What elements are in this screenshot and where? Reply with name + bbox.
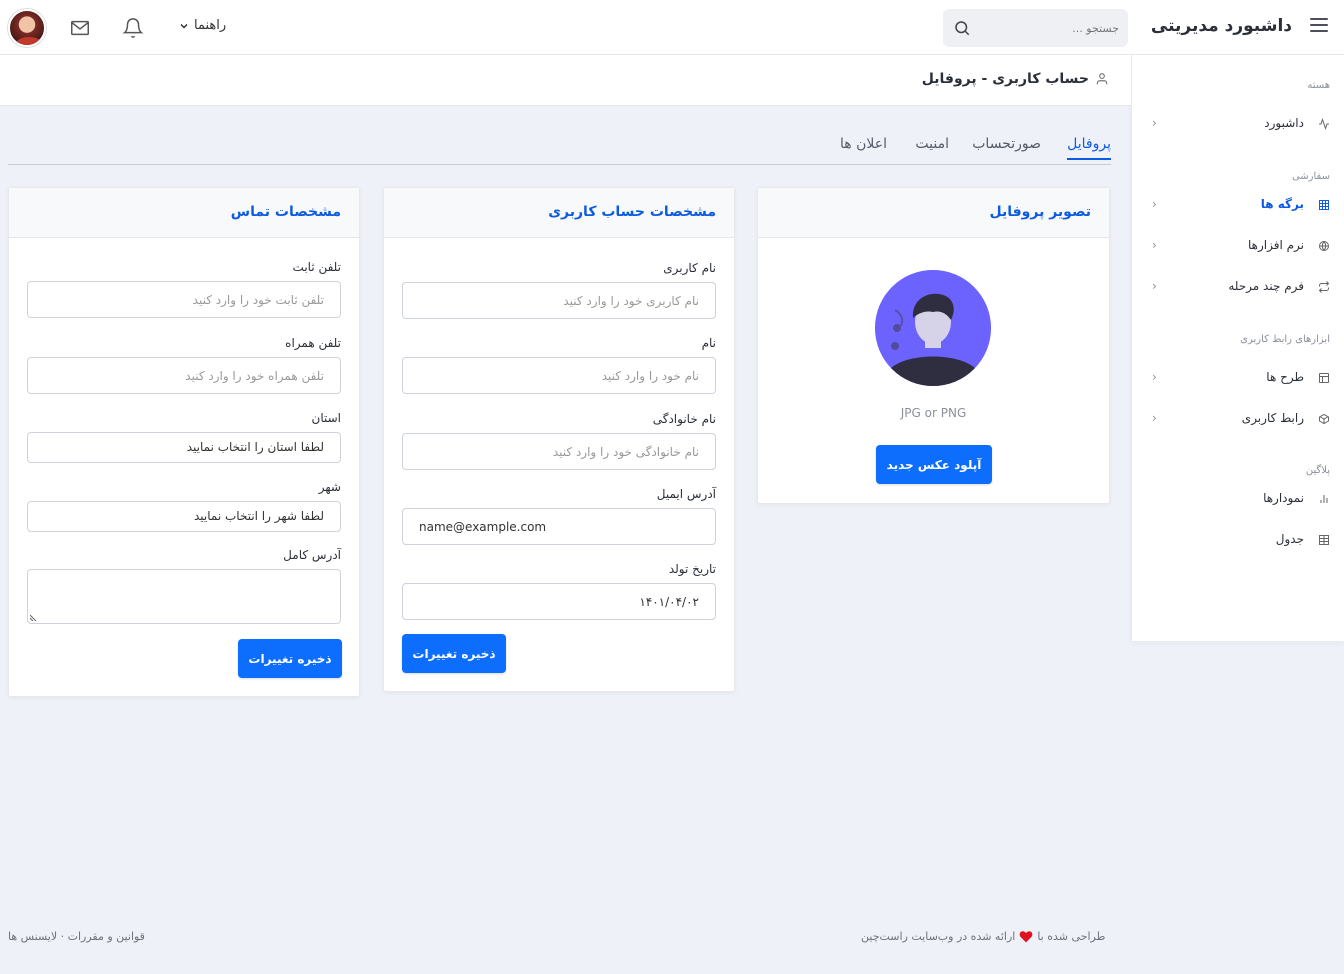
table-icon (1319, 535, 1329, 545)
card-title: مشخصات حساب کاربری (384, 188, 734, 238)
sidebar-item-label: نمودارها (1263, 491, 1304, 505)
tab-security[interactable]: امنیت (915, 136, 949, 158)
sidebar-item-ui[interactable]: رابط کاربری ‹ (1132, 402, 1344, 436)
email-input[interactable] (402, 508, 716, 545)
sidebar-item-label: طرح ها (1266, 370, 1304, 384)
sidebar-item-multistep-form[interactable]: فرم چند مرحله ‹ (1132, 270, 1344, 304)
guide-dropdown[interactable]: راهنما (178, 18, 226, 33)
chevron-left-icon: ‹ (1152, 411, 1157, 425)
province-label: استان (311, 411, 341, 425)
tab-billing[interactable]: صورتحساب (972, 136, 1041, 158)
phone-input[interactable] (27, 281, 341, 318)
card-title: تصویر پروفایل (758, 188, 1109, 238)
footer-links[interactable]: قوانین و مقررات · لایسنس ها (8, 930, 145, 943)
search-input[interactable] (979, 9, 1119, 47)
sidebar-item-label: داشبورد (1264, 116, 1304, 130)
sidebar-item-dashboard[interactable]: داشبورد ‹ (1132, 107, 1344, 141)
sidebar-item-layouts[interactable]: طرح ها ‹ (1132, 361, 1344, 395)
birthdate-input[interactable] (402, 583, 716, 620)
chevron-left-icon: ‹ (1152, 197, 1157, 211)
profile-picture-card: تصویر پروفایل JPG or PNG آپلود عکس جدید (757, 187, 1110, 504)
city-select[interactable]: لطفا شهر را انتخاب نمایید (27, 501, 341, 532)
sidebar: هسته داشبورد ‹ سفارشی برگه ها ‹ نرم افزا… (1131, 55, 1344, 641)
resize-grip-icon[interactable] (30, 613, 38, 621)
sidebar-item-label: فرم چند مرحله (1228, 279, 1304, 293)
address-label: آدرس کامل (283, 548, 341, 562)
tab-profile[interactable]: پروفایل (1067, 136, 1111, 160)
credit-text-before: طراحی شده با (1037, 930, 1106, 943)
credit-text-after[interactable]: ارائه شده در وب‌سایت راست‌چین (861, 930, 1015, 943)
first-name-input[interactable] (402, 357, 716, 394)
card-title: مشخصات تماس (9, 188, 359, 238)
first-name-label: نام (701, 336, 716, 350)
globe-icon (1319, 241, 1329, 252)
package-icon (1319, 413, 1329, 425)
mail-icon[interactable] (69, 17, 91, 39)
upload-photo-button[interactable]: آپلود عکس جدید (876, 445, 992, 484)
last-name-label: نام خانوادگی (652, 412, 716, 426)
bar-chart-icon (1320, 495, 1328, 503)
sidebar-heading-core: هسته (1307, 80, 1330, 91)
sidebar-heading-ui-tools: ابزارهای رابط کاربری (1240, 334, 1330, 345)
user-icon (1096, 73, 1108, 85)
last-name-input[interactable] (402, 433, 716, 470)
address-textarea[interactable] (27, 569, 341, 624)
grid-icon (1319, 200, 1329, 210)
profile-tabs: پروفایل صورتحساب امنیت اعلان ها (8, 131, 1111, 165)
repeat-icon (1318, 281, 1330, 293)
chevron-down-icon (180, 23, 188, 29)
phone-label: تلفن ثابت (292, 260, 341, 274)
mobile-input[interactable] (27, 357, 341, 394)
sidebar-item-label: رابط کاربری (1241, 411, 1304, 425)
chevron-left-icon: ‹ (1152, 370, 1157, 384)
tab-notifications[interactable]: اعلان ها (840, 136, 887, 158)
footer-credit: طراحی شده با ارائه شده در وب‌سایت راست‌چ… (861, 930, 1105, 943)
file-type-hint: JPG or PNG (900, 406, 967, 420)
sidebar-item-pages[interactable]: برگه ها ‹ (1132, 188, 1344, 222)
sidebar-item-charts[interactable]: نمودارها (1132, 482, 1344, 516)
sidebar-item-label: برگه ها (1260, 197, 1304, 211)
chevron-left-icon: ‹ (1152, 116, 1157, 130)
search-icon[interactable] (953, 19, 971, 37)
person-avatar-icon (875, 270, 991, 386)
contact-details-card: مشخصات تماس تلفن ثابت تلفن همراه استان ل… (8, 187, 360, 697)
birthdate-label: تاریخ تولد (668, 562, 716, 576)
activity-icon (1319, 118, 1329, 130)
layout-icon (1319, 373, 1329, 383)
page-title: حساب کاربری - پروفایل (921, 71, 1089, 87)
username-label: نام کاربری (663, 261, 716, 275)
save-contact-button[interactable]: ذخیره تغییرات (238, 639, 342, 678)
sidebar-item-table[interactable]: جدول (1132, 523, 1344, 557)
user-avatar[interactable] (8, 9, 46, 47)
chevron-left-icon: ‹ (1152, 238, 1157, 252)
search-box (943, 9, 1128, 47)
account-details-card: مشخصات حساب کاربری نام کاربری نام نام خا… (383, 187, 735, 692)
top-navbar: داشبورد مدیریتی راهنما (0, 0, 1344, 55)
menu-toggle-icon[interactable] (1310, 18, 1328, 36)
sidebar-heading-plugins: پلاگین (1305, 465, 1330, 476)
page-header: حساب کاربری - پروفایل (0, 55, 1131, 106)
bell-icon[interactable] (122, 17, 144, 39)
sidebar-item-apps[interactable]: نرم افزارها ‹ (1132, 229, 1344, 263)
chevron-left-icon: ‹ (1152, 279, 1157, 293)
sidebar-heading-custom: سفارشی (1291, 171, 1330, 182)
email-label: آدرس ایمیل (656, 487, 716, 501)
sidebar-item-label: جدول (1275, 532, 1304, 546)
username-input[interactable] (402, 282, 716, 319)
save-account-button[interactable]: ذخیره تغییرات (402, 634, 506, 673)
guide-label: راهنما (194, 18, 227, 33)
province-select[interactable]: لطفا استان را انتخاب نمایید (27, 432, 341, 463)
sidebar-item-label: نرم افزارها (1247, 238, 1304, 252)
city-label: شهر (318, 480, 341, 494)
profile-avatar (875, 270, 991, 386)
brand-title[interactable]: داشبورد مدیریتی (1151, 16, 1292, 36)
mobile-label: تلفن همراه (285, 336, 341, 350)
heart-icon (1019, 931, 1033, 943)
